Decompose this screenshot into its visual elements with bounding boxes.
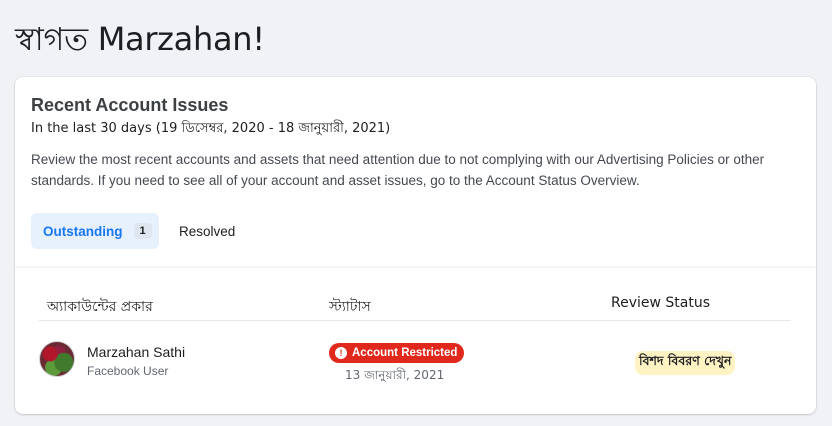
tab-resolved[interactable]: Resolved xyxy=(179,213,235,249)
issues-header-section: Recent Account Issues In the last 30 day… xyxy=(15,77,816,266)
outstanding-count-badge: 1 xyxy=(133,223,152,239)
view-details-link[interactable]: বিশদ বিবরণ দেখুন xyxy=(635,351,736,375)
account-name: Marzahan Sathi xyxy=(87,344,186,360)
account-type: Facebook User xyxy=(87,364,169,378)
issues-title: Recent Account Issues xyxy=(31,95,229,115)
tab-outstanding[interactable]: Outstanding 1 xyxy=(31,213,159,249)
status-badge: ! Account Restricted xyxy=(329,343,465,363)
column-header-account-type: অ্যাকাউন্টের প্রকার xyxy=(47,299,153,315)
status-badge-label: Account Restricted xyxy=(352,347,458,359)
issues-date-range: In the last 30 days (19 ডিসেম্বর, 2020 -… xyxy=(31,121,391,136)
exclamation-circle-icon: ! xyxy=(335,347,347,359)
page-greeting: স্বাগত Marzahan! xyxy=(15,20,265,58)
status-date: 13 জানুয়ারী, 2021 xyxy=(345,368,445,382)
issues-table-header: অ্যাকাউন্টের প্রকার স্ট্যাটাস Review Sta… xyxy=(39,283,791,321)
column-header-status: স্ট্যাটাস xyxy=(329,299,371,315)
avatar xyxy=(39,341,75,377)
column-header-review-status: Review Status xyxy=(611,295,711,311)
issues-description: Review the most recent accounts and asse… xyxy=(31,152,765,188)
table-row: Marzahan Sathi Facebook User ! Account R… xyxy=(39,331,791,387)
tab-outstanding-label: Outstanding xyxy=(43,223,123,239)
recent-account-issues-card: Recent Account Issues In the last 30 day… xyxy=(15,77,816,414)
